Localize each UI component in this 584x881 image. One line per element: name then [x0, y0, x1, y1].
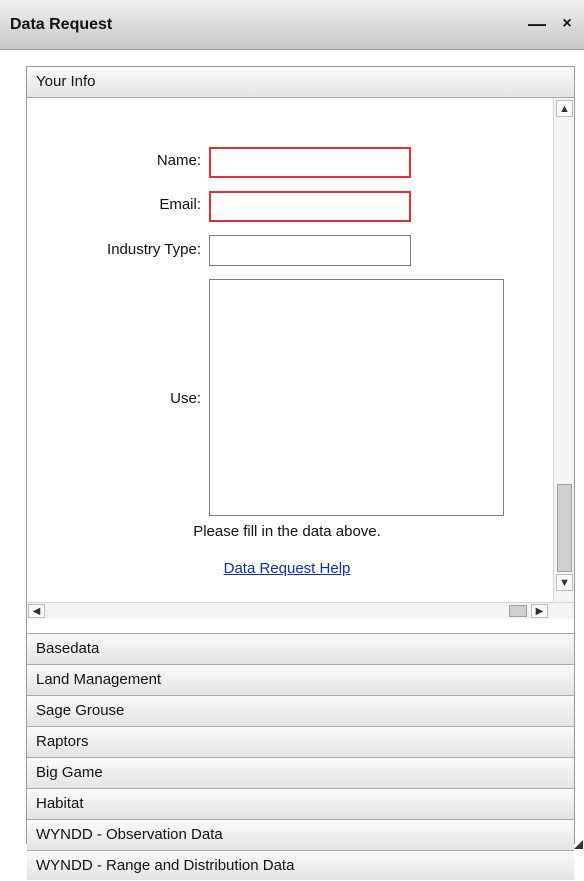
vertical-scrollbar[interactable]: ▲ ▼ — [553, 98, 574, 602]
data-request-help-link[interactable]: Data Request Help — [27, 560, 547, 577]
industry-type-label: Industry Type: — [107, 241, 201, 258]
industry-type-input[interactable] — [209, 235, 411, 266]
section-header-habitat[interactable]: Habitat — [27, 789, 574, 820]
minimize-button[interactable]: — — [526, 12, 548, 36]
section-header-wyndd-observation-data[interactable]: WYNDD - Observation Data — [27, 820, 574, 851]
scroll-right-icon[interactable]: ▶ — [531, 604, 548, 618]
close-button[interactable]: × — [556, 12, 578, 36]
section-header-raptors[interactable]: Raptors — [27, 727, 574, 758]
section-header-sage-grouse[interactable]: Sage Grouse — [27, 696, 574, 727]
window-title: Data Request — [10, 16, 113, 33]
validation-message: Please fill in the data above. — [193, 523, 381, 540]
title-bar[interactable]: Data Request — × — [0, 0, 584, 50]
section-header-basedata[interactable]: Basedata — [27, 634, 574, 665]
your-info-pane: Name: Email: Industry Type: Use: Please … — [27, 98, 574, 634]
scroll-up-icon[interactable]: ▲ — [556, 100, 573, 117]
section-header-big-game[interactable]: Big Game — [27, 758, 574, 789]
section-header-wyndd-range-distribution-data[interactable]: WYNDD - Range and Distribution Data — [27, 851, 574, 880]
horizontal-scrollbar[interactable]: ◀ ▶ — [27, 602, 574, 619]
horizontal-scroll-thumb[interactable] — [509, 605, 527, 617]
section-header-land-management[interactable]: Land Management — [27, 665, 574, 696]
data-request-accordion: Your Info Name: Email: Industry Type: Us… — [26, 66, 575, 880]
section-header-your-info[interactable]: Your Info — [27, 67, 574, 98]
use-label: Use: — [170, 390, 201, 407]
vertical-scroll-thumb[interactable] — [557, 484, 572, 572]
email-label: Email: — [159, 196, 201, 213]
use-textarea[interactable] — [209, 279, 504, 516]
scroll-left-icon[interactable]: ◀ — [28, 604, 45, 618]
name-input[interactable] — [209, 147, 411, 178]
resize-grip-icon[interactable] — [574, 840, 583, 849]
email-input[interactable] — [209, 191, 411, 222]
name-label: Name: — [156, 152, 201, 169]
scroll-down-icon[interactable]: ▼ — [556, 574, 573, 591]
